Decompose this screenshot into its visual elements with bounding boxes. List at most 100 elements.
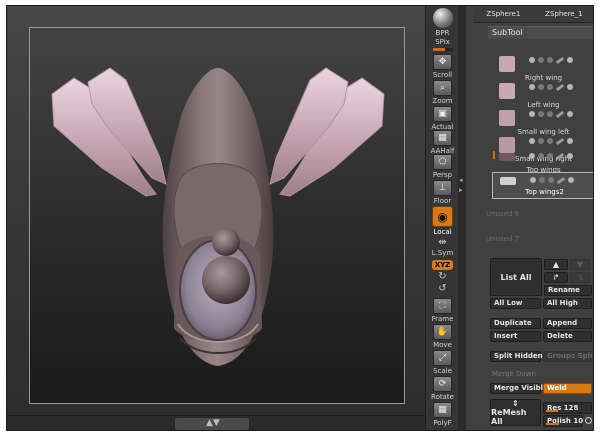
res-slider[interactable]: Res 128 [543, 402, 592, 414]
rotate-button[interactable]: ⟳ Rotate [429, 376, 456, 401]
remesh-all-button[interactable]: ⇕ ReMesh All [490, 399, 541, 426]
brush-icon[interactable] [555, 110, 565, 118]
polyf-button[interactable]: ▦ PolyF [429, 402, 456, 427]
merge-down-button[interactable]: Merge Down [492, 370, 536, 378]
bpr-button[interactable]: BPR [429, 8, 456, 37]
visibility-eye-icon[interactable] [529, 57, 535, 63]
expand-arrow-icon[interactable]: ▸ [459, 186, 463, 194]
polyframe-icon[interactable] [538, 138, 544, 144]
polyframe-icon[interactable] [538, 153, 544, 159]
dynamic-icon[interactable] [567, 57, 573, 63]
dynamic-icon[interactable] [568, 177, 574, 183]
visibility-eye-icon[interactable] [529, 153, 535, 159]
zoom-icon: ⌕ [433, 80, 452, 96]
dynamic-icon[interactable] [567, 84, 573, 90]
delete-button[interactable]: Delete [543, 331, 592, 342]
local-label: Local [433, 228, 452, 236]
weld-toggle[interactable]: Weld [543, 383, 592, 394]
tray-toggle-icon[interactable]: ▲▼ [206, 417, 220, 429]
zoom-button[interactable]: ⌕ Zoom [429, 80, 456, 105]
solo-icon[interactable] [547, 111, 553, 117]
brush-icon[interactable] [555, 83, 565, 91]
move-up-button[interactable]: ▲ [544, 259, 568, 270]
subtool-controls [529, 110, 573, 118]
tool-tabs: ZSphere1 ZSphere_1 [474, 6, 593, 23]
bpr-label: BPR [435, 29, 450, 37]
dynamic-icon[interactable] [567, 153, 573, 159]
dynamic-icon[interactable] [567, 138, 573, 144]
top-wings-body[interactable] [162, 68, 274, 366]
merge-visible-button[interactable]: Merge Visible [490, 383, 548, 394]
polyframe-icon[interactable] [538, 84, 544, 90]
dynamic-icon[interactable] [567, 111, 573, 117]
polish-slider[interactable]: Polish 10 [543, 415, 583, 427]
subtool-thumbnail [499, 83, 515, 99]
viewport[interactable]: ▲▼ [7, 6, 425, 430]
lsym-button[interactable]: ⇹ L.Sym [429, 238, 456, 258]
solo-icon[interactable] [547, 153, 553, 159]
actual-button[interactable]: ▣ Actual [429, 106, 456, 131]
list-all-button[interactable]: List All [490, 258, 542, 296]
visibility-eye-icon[interactable] [529, 111, 535, 117]
split-hidden-button[interactable]: Split Hidden [490, 351, 543, 362]
panel-divider[interactable]: ◂ ▸ [458, 6, 466, 430]
move-button[interactable]: ✋ Move [429, 324, 456, 349]
xyz-button[interactable]: XYZ ↻ ↺ [429, 260, 456, 294]
spix-slider[interactable]: SPix [429, 37, 456, 51]
duplicate-button[interactable]: Duplicate [490, 318, 541, 329]
local-button[interactable]: ◉ Local [429, 206, 456, 236]
subtool-thumbnail [499, 110, 515, 126]
aahalf-button[interactable]: ▦ AAHalf [429, 130, 456, 155]
unused-slot: Unused 6 [486, 210, 520, 218]
floor-button[interactable]: ⊥ Floor [429, 180, 456, 205]
solo-icon[interactable] [547, 84, 553, 90]
persp-button[interactable]: ⬠ Persp [429, 154, 456, 179]
tab-zsphere-1[interactable]: ZSphere_1 [545, 10, 582, 18]
brush-icon[interactable] [555, 152, 565, 160]
insert-button[interactable]: Insert [490, 331, 541, 342]
polyframe-icon[interactable] [539, 177, 545, 183]
brush-icon[interactable] [555, 56, 565, 64]
move-to-top-button[interactable]: ↱ [544, 272, 568, 283]
polyframe-icon[interactable] [538, 111, 544, 117]
frame-button[interactable]: ⛶ Frame [429, 298, 456, 323]
all-low-button[interactable]: All Low [490, 298, 541, 309]
tab-zsphere1[interactable]: ZSphere1 [486, 10, 520, 18]
subtool-item[interactable]: Left wing [492, 80, 593, 109]
floor-label: Floor [433, 197, 452, 205]
solo-icon[interactable] [547, 57, 553, 63]
subtool-header[interactable]: SubTool [488, 26, 593, 39]
brush-icon[interactable] [556, 176, 566, 184]
rename-button[interactable]: Rename [544, 285, 592, 296]
tool-palette: ZSphere1 ZSphere_1 SubTool Right wing Le… [466, 6, 593, 430]
document-canvas[interactable] [29, 27, 405, 404]
rotate-z-icon[interactable]: ↺ [438, 284, 446, 294]
zsphere-model[interactable] [30, 28, 406, 405]
append-button[interactable]: Append [543, 318, 592, 329]
visibility-eye-icon[interactable] [529, 138, 535, 144]
move-down-disabled-button[interactable]: ▼ [570, 259, 590, 270]
solo-icon[interactable] [548, 177, 554, 183]
rotate-icon: ⟳ [433, 376, 452, 392]
subtool-item[interactable]: Small wing left [492, 107, 593, 136]
scale-button[interactable]: ⤢ Scale [429, 350, 456, 375]
subtool-item-selected[interactable]: Top wings2 [492, 172, 593, 199]
brush-icon[interactable] [555, 137, 565, 145]
rotate-y-icon[interactable]: ↻ [438, 272, 446, 282]
visibility-eye-icon[interactable] [529, 84, 535, 90]
solo-icon[interactable] [547, 138, 553, 144]
scroll-button[interactable]: ✥ Scroll [429, 54, 456, 79]
collapse-arrow-icon[interactable]: ◂ [459, 176, 463, 184]
remesh-icon: ⇕ [512, 399, 519, 408]
subtool-item[interactable]: Top wings [492, 149, 593, 174]
polish-features-toggle-icon[interactable] [585, 417, 592, 424]
subtool-item[interactable]: Right wing [492, 53, 593, 82]
groups-split-button[interactable]: Groups Split [543, 351, 593, 362]
all-high-button[interactable]: All High [543, 298, 592, 309]
polyframe-icon[interactable] [538, 57, 544, 63]
persp-icon: ⬠ [433, 154, 452, 170]
visibility-eye-icon[interactable] [530, 177, 536, 183]
move-to-bottom-disabled-button[interactable]: ↴ [570, 272, 590, 283]
subtool-controls [530, 176, 574, 184]
zbrush-window: ▲▼ BPR SPix ✥ Scroll ⌕ Zoom ▣ Actual ▦ A… [6, 5, 594, 431]
